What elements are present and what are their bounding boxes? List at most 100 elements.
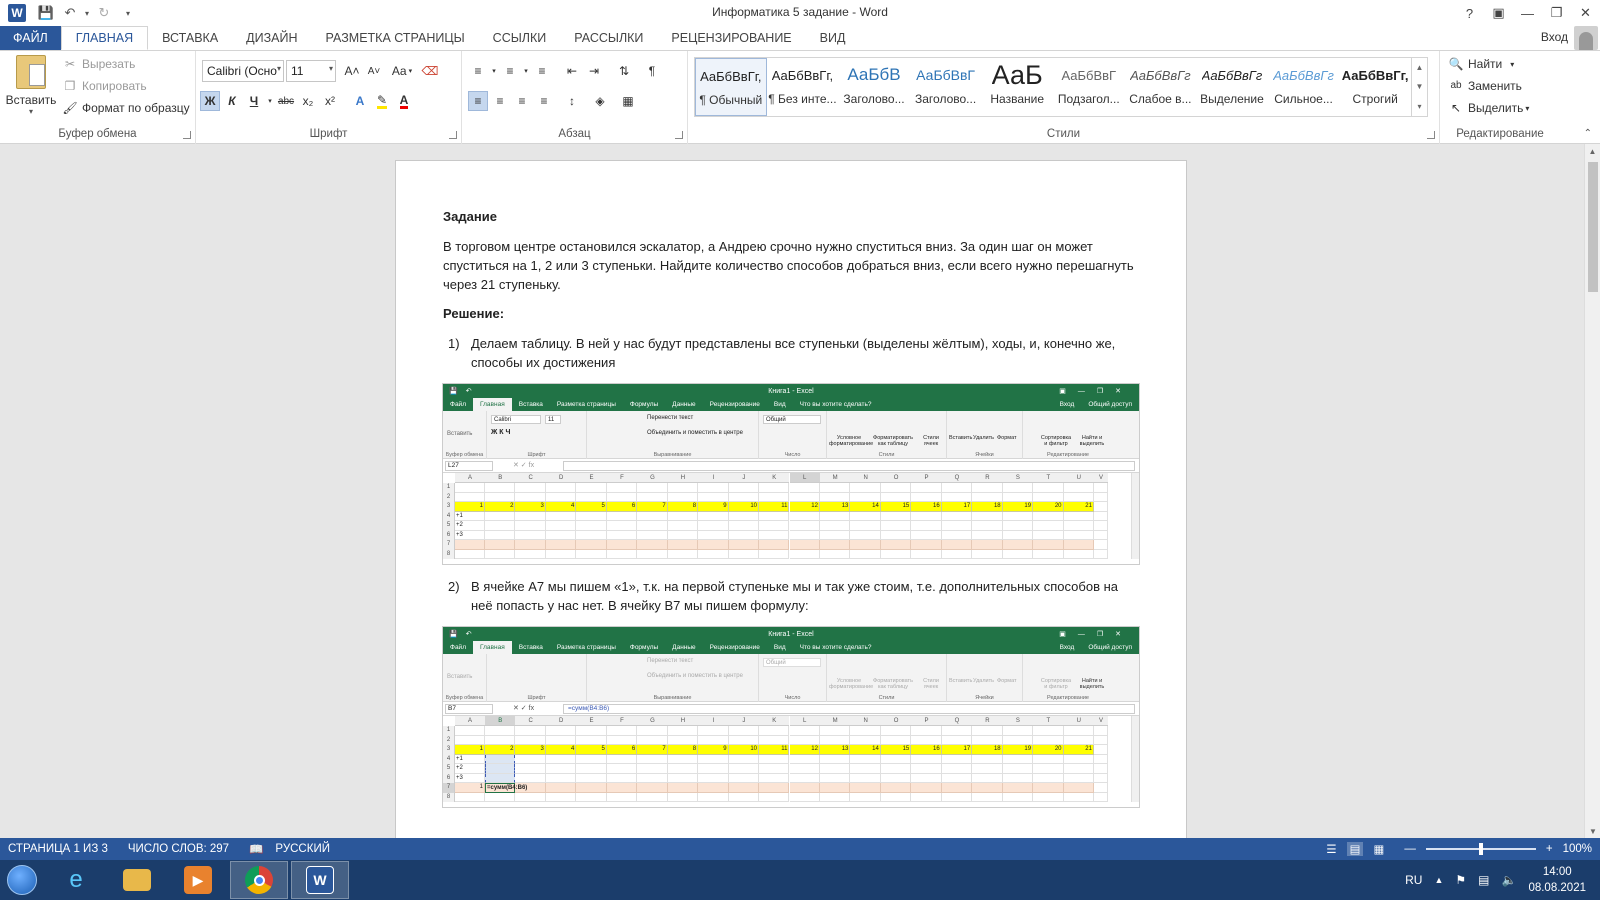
tab-page-layout[interactable]: РАЗМЕТКА СТРАНИЦЫ: [312, 26, 479, 50]
chevron-down-icon[interactable]: ▼: [1416, 82, 1424, 91]
style-emphasis[interactable]: АаБбВвГг Выделение: [1196, 58, 1268, 116]
ribbon-display-options-icon[interactable]: ▣: [1484, 0, 1513, 26]
show-marks-icon[interactable]: ¶: [642, 61, 662, 81]
style-normal[interactable]: АаБбВвГг, ¶ Обычный: [695, 58, 767, 116]
paragraph-launcher-icon[interactable]: [675, 131, 683, 139]
taskbar-ie[interactable]: e: [47, 861, 105, 899]
sort-icon[interactable]: ⇅: [614, 61, 634, 81]
underline-button[interactable]: Ч: [244, 91, 264, 111]
tab-view[interactable]: ВИД: [806, 26, 860, 50]
align-left-icon[interactable]: ≡: [468, 91, 488, 111]
font-color-icon[interactable]: A: [394, 91, 414, 111]
tray-network-icon[interactable]: ▤: [1478, 873, 1489, 887]
word-count[interactable]: ЧИСЛО СЛОВ: 297: [128, 843, 229, 855]
language-indicator[interactable]: РУССКИЙ: [275, 843, 330, 855]
zoom-level[interactable]: 100%: [1563, 843, 1592, 855]
sign-in-link[interactable]: Вход: [1541, 30, 1568, 44]
multilevel-list-icon[interactable]: ≡: [532, 61, 552, 81]
close-icon[interactable]: ✕: [1571, 0, 1600, 26]
undo-icon[interactable]: ↶: [58, 2, 82, 24]
select-button[interactable]: ↖ Выделить ▾: [1448, 101, 1529, 115]
save-icon[interactable]: 💾: [34, 2, 58, 24]
replace-button[interactable]: ab Заменить: [1448, 79, 1522, 93]
shading-icon[interactable]: ◈: [590, 91, 610, 111]
align-center-icon[interactable]: ≡: [490, 91, 510, 111]
avatar[interactable]: [1574, 26, 1598, 50]
web-layout-icon[interactable]: ▦: [1373, 842, 1384, 856]
italic-button[interactable]: К: [222, 91, 242, 111]
input-language[interactable]: RU: [1405, 873, 1422, 887]
tray-flag-icon[interactable]: ⚑: [1455, 873, 1466, 887]
zoom-slider-knob[interactable]: [1478, 843, 1483, 855]
shrink-font-icon[interactable]: A˅: [364, 61, 384, 81]
restore-icon[interactable]: ❐: [1542, 0, 1571, 26]
style-heading1[interactable]: АаБбВ Заголово...: [838, 58, 910, 116]
bullets-icon[interactable]: ≡: [468, 61, 488, 81]
tray-expand-icon[interactable]: ▲: [1434, 875, 1443, 885]
font-size-input[interactable]: 11 ▾: [286, 60, 336, 82]
zoom-in-icon[interactable]: +: [1546, 843, 1553, 855]
chevron-up-icon[interactable]: ▲: [1416, 63, 1424, 72]
style-title[interactable]: АаБ Название: [981, 58, 1053, 116]
clear-formatting-icon[interactable]: ⌫: [420, 61, 440, 81]
taskbar-chrome[interactable]: [230, 861, 288, 899]
zoom-slider[interactable]: [1425, 843, 1536, 855]
subscript-button[interactable]: x₂: [298, 91, 318, 111]
numbering-icon[interactable]: ≡: [500, 61, 520, 81]
font-name-input[interactable]: Calibri (Осно ▾: [202, 60, 284, 82]
highlight-icon[interactable]: ✎: [372, 91, 392, 111]
undo-dropdown-icon[interactable]: ▾: [82, 2, 92, 24]
style-subtitle[interactable]: АаБбВвГ Подзагол...: [1053, 58, 1125, 116]
scrollbar-thumb[interactable]: [1588, 162, 1598, 292]
proofing-icon[interactable]: 📖: [249, 842, 263, 856]
read-mode-icon[interactable]: ☰: [1326, 842, 1336, 856]
style-strong[interactable]: АаБбВвГг, Строгий: [1339, 58, 1411, 116]
tab-design[interactable]: ДИЗАЙН: [232, 26, 311, 50]
styles-launcher-icon[interactable]: [1427, 131, 1435, 139]
tab-references[interactable]: ССЫЛКИ: [479, 26, 561, 50]
tab-review[interactable]: РЕЦЕНЗИРОВАНИЕ: [657, 26, 805, 50]
start-button[interactable]: [0, 860, 44, 900]
borders-icon[interactable]: ▦: [618, 91, 638, 111]
style-heading2[interactable]: АаБбВвГ Заголово...: [910, 58, 982, 116]
style-subtle-emphasis[interactable]: АаБбВвГг Слабое в...: [1125, 58, 1197, 116]
vertical-scrollbar[interactable]: ▲ ▼: [1584, 144, 1600, 838]
word-logo-icon[interactable]: W: [8, 4, 26, 22]
bold-button[interactable]: Ж: [200, 91, 220, 111]
redo-icon[interactable]: ↻: [92, 2, 116, 24]
clipboard-launcher-icon[interactable]: [183, 131, 191, 139]
print-layout-icon[interactable]: ▤: [1346, 842, 1364, 856]
collapse-ribbon-icon[interactable]: ⌃: [1584, 128, 1592, 139]
change-case-button[interactable]: Aa ▾: [386, 61, 418, 81]
tab-mailings[interactable]: РАССЫЛКИ: [560, 26, 657, 50]
paste-button[interactable]: Вставить ▾: [6, 55, 56, 116]
more-styles-icon[interactable]: ▾: [1417, 102, 1421, 111]
tab-home[interactable]: ГЛАВНАЯ: [60, 26, 149, 50]
styles-gallery-scroll[interactable]: ▲ ▼ ▾: [1412, 57, 1428, 117]
help-icon[interactable]: ?: [1455, 0, 1484, 26]
increase-indent-icon[interactable]: ⇥: [584, 61, 604, 81]
cut-button[interactable]: ✂ Вырезать: [62, 57, 135, 71]
text-effects-icon[interactable]: A: [350, 91, 370, 111]
scroll-down-icon[interactable]: ▼: [1585, 824, 1600, 838]
page-count[interactable]: СТРАНИЦА 1 ИЗ 3: [8, 843, 108, 855]
zoom-out-icon[interactable]: —: [1404, 843, 1416, 855]
tab-file[interactable]: ФАЙЛ: [0, 26, 61, 50]
taskbar-media-player[interactable]: ▶: [169, 861, 227, 899]
justify-icon[interactable]: ≡: [534, 91, 554, 111]
tab-insert[interactable]: ВСТАВКА: [148, 26, 232, 50]
numbering-dropdown-icon[interactable]: ▾: [522, 61, 530, 81]
clock[interactable]: 14:00 08.08.2021: [1528, 864, 1586, 896]
copy-button[interactable]: ❐ Копировать: [62, 79, 147, 93]
font-launcher-icon[interactable]: [449, 131, 457, 139]
decrease-indent-icon[interactable]: ⇤: [562, 61, 582, 81]
customize-toolbar-icon[interactable]: ▾: [116, 2, 140, 24]
superscript-button[interactable]: x²: [320, 91, 340, 111]
tray-volume-icon[interactable]: 🔈: [1501, 873, 1516, 887]
strikethrough-button[interactable]: abc: [276, 91, 296, 111]
style-no-spacing[interactable]: АаБбВвГг, ¶ Без инте...: [767, 58, 839, 116]
line-spacing-icon[interactable]: ↕: [562, 91, 582, 111]
style-intense-emphasis[interactable]: АаБбВвГг Сильное...: [1268, 58, 1340, 116]
grow-font-icon[interactable]: A˄: [342, 61, 362, 81]
find-button[interactable]: 🔍 Найти ▾: [1448, 57, 1515, 71]
